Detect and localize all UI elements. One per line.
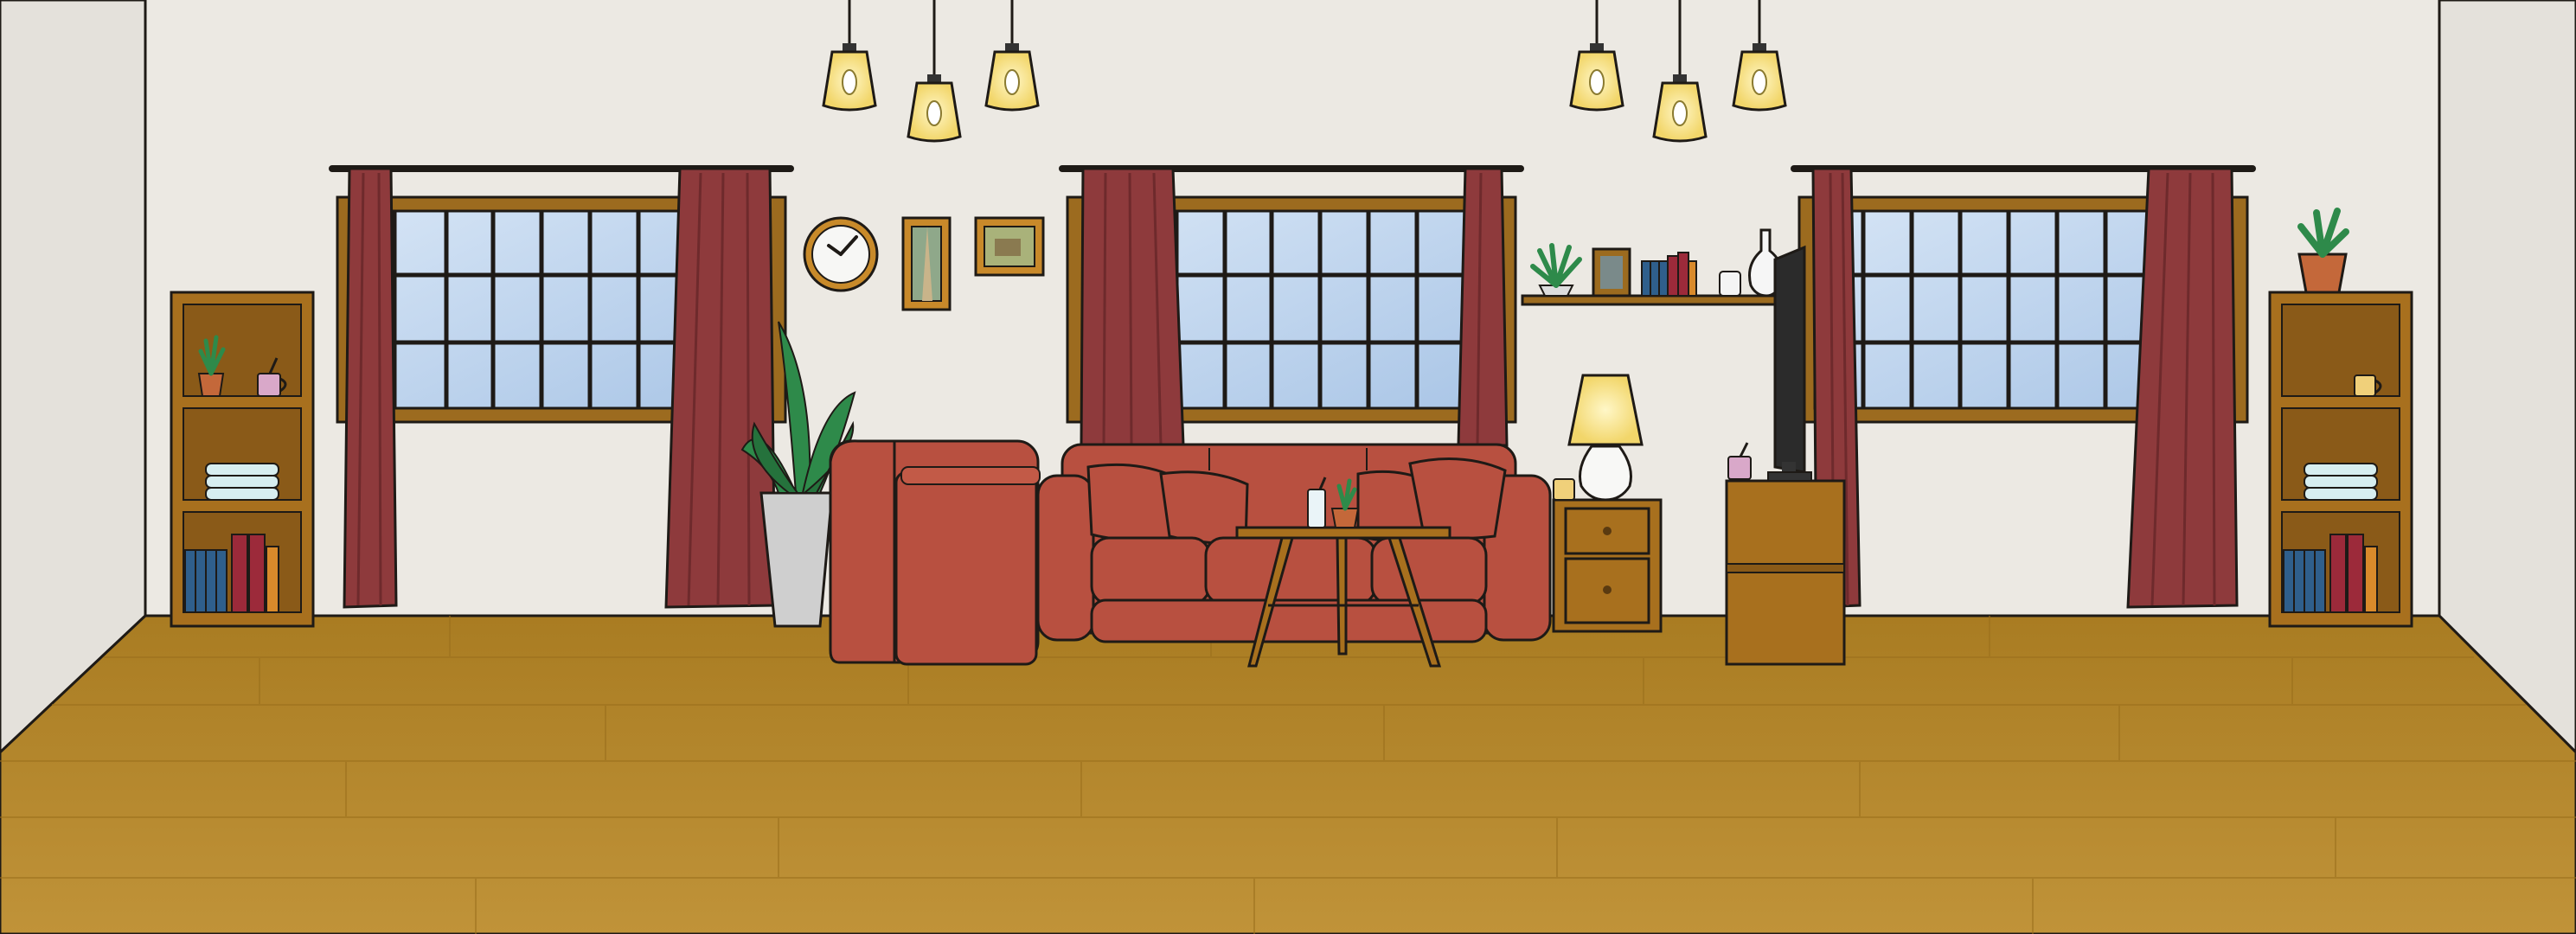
wall-clock-icon[interactable]: [803, 216, 879, 292]
living-room-scene: [0, 0, 2576, 934]
sofa-cushion[interactable]: [1159, 470, 1249, 545]
curtain[interactable]: [2126, 167, 2239, 609]
armchair[interactable]: [829, 439, 1041, 666]
picture-frame-icon[interactable]: [901, 216, 952, 311]
sofa[interactable]: [1036, 443, 1552, 643]
curtain[interactable]: [1457, 167, 1509, 447]
side-table[interactable]: [1552, 478, 1663, 633]
picture-frame-icon[interactable]: [1592, 247, 1631, 297]
mug-icon: [1553, 478, 1575, 501]
table-lamp-icon[interactable]: [1567, 374, 1644, 502]
folded-towels: [205, 463, 279, 501]
tv-icon[interactable]: [1767, 245, 1812, 482]
folded-towels: [2304, 463, 2378, 501]
curtain[interactable]: [343, 167, 398, 609]
candle-icon: [1719, 271, 1741, 297]
bookshelf-left[interactable]: [170, 291, 315, 628]
wooden-floor: [0, 614, 2576, 934]
picture-frame-icon[interactable]: [974, 216, 1045, 277]
